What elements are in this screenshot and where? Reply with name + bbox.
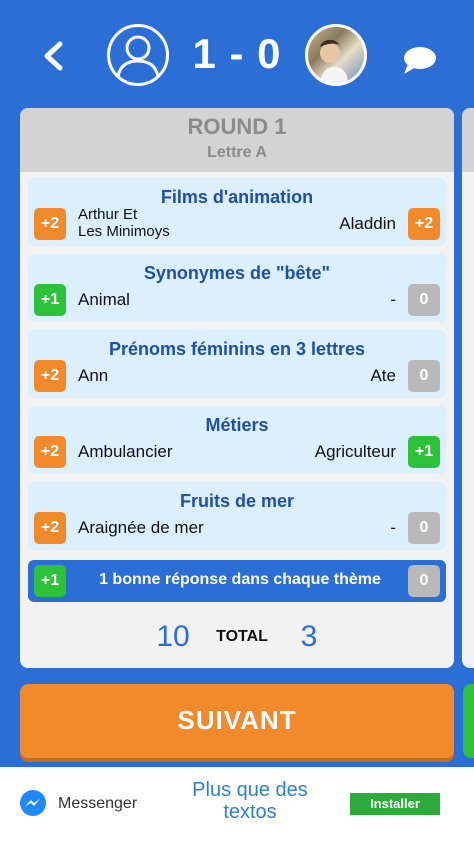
round-results-card: ROUND 1 Lettre A Films d'animation +2 Ar… [20, 108, 454, 668]
next-button[interactable]: SUIVANT [20, 684, 454, 758]
right-points-badge: 0 [408, 512, 440, 544]
chat-button[interactable] [400, 44, 440, 76]
match-score: 1 - 0 [192, 30, 282, 77]
right-answer: - [390, 290, 396, 309]
theme-title: Synonymes de "bête" [143, 263, 331, 283]
chat-bubble-icon [404, 47, 436, 74]
left-answer: Araignée de mer [78, 518, 204, 537]
back-button[interactable] [36, 38, 72, 74]
player-left-avatar[interactable] [107, 24, 169, 86]
total-right-score: 3 [300, 620, 318, 653]
right-answer: - [390, 518, 396, 537]
bonus-row: +1 1 bonne réponse dans chaque thème 0 [28, 560, 446, 602]
theme-row: Synonymes de "bête" +1 Animal - 0 [28, 254, 446, 322]
theme-row: Métiers +2 Ambulancier Agriculteur +1 [28, 406, 446, 474]
round-title: ROUND 1 [187, 114, 287, 139]
right-answer: Aladdin [339, 214, 396, 233]
ad-install-button[interactable]: Installer [350, 793, 440, 815]
left-points-badge: +1 [34, 284, 66, 316]
left-answer: Arthur Et Les Minimoys [78, 206, 170, 240]
left-answer: Ann [78, 366, 109, 385]
theme-title: Fruits de mer [179, 491, 295, 511]
round-header: ROUND 1 Lettre A [20, 108, 454, 172]
right-answer: Ate [370, 366, 396, 385]
user-avatar-icon [116, 35, 160, 78]
round-letter: Lettre A [207, 144, 267, 161]
theme-row: Films d'animation +2 Arthur Et Les Minim… [28, 178, 446, 246]
left-points-badge: +2 [34, 360, 66, 392]
ad-banner[interactable]: Messenger Plus que des textos Installer [0, 767, 474, 841]
opponent-photo-icon [320, 39, 348, 83]
right-points-badge: +2 [408, 208, 440, 240]
theme-title: Films d'animation [160, 187, 314, 207]
right-points-badge: 0 [408, 360, 440, 392]
left-points-badge: +2 [34, 436, 66, 468]
left-answer: Ambulancier [78, 442, 173, 461]
right-points-badge: +1 [408, 436, 440, 468]
messenger-icon [20, 790, 46, 816]
total-label: TOTAL [216, 628, 268, 645]
theme-title: Prénoms féminins en 3 lettres [108, 339, 366, 359]
game-header: 1 - 0 [0, 0, 474, 108]
next-card-button-peek [463, 684, 474, 758]
next-round-card-peek [462, 108, 474, 668]
left-points-badge: +2 [34, 512, 66, 544]
ad-brand: Messenger [58, 795, 138, 812]
bonus-left-badge: +1 [34, 565, 66, 597]
theme-row: Fruits de mer +2 Araignée de mer - 0 [28, 482, 446, 550]
left-points-badge: +2 [34, 208, 66, 240]
theme-row: Prénoms féminins en 3 lettres +2 Ann Ate… [28, 330, 446, 398]
right-answer: Agriculteur [314, 442, 396, 461]
total-left-score: 10 [156, 620, 190, 653]
theme-title: Métiers [205, 415, 269, 435]
player-right-avatar[interactable] [305, 24, 367, 86]
ad-tagline: Plus que des textos [192, 779, 308, 823]
bonus-text: 1 bonne réponse dans chaque thème [99, 571, 381, 588]
totals-row: 10 TOTAL 3 [20, 614, 454, 658]
bonus-right-badge: 0 [408, 565, 440, 597]
right-points-badge: 0 [408, 284, 440, 316]
left-answer: Animal [78, 290, 130, 309]
chevron-left-icon [44, 41, 63, 71]
